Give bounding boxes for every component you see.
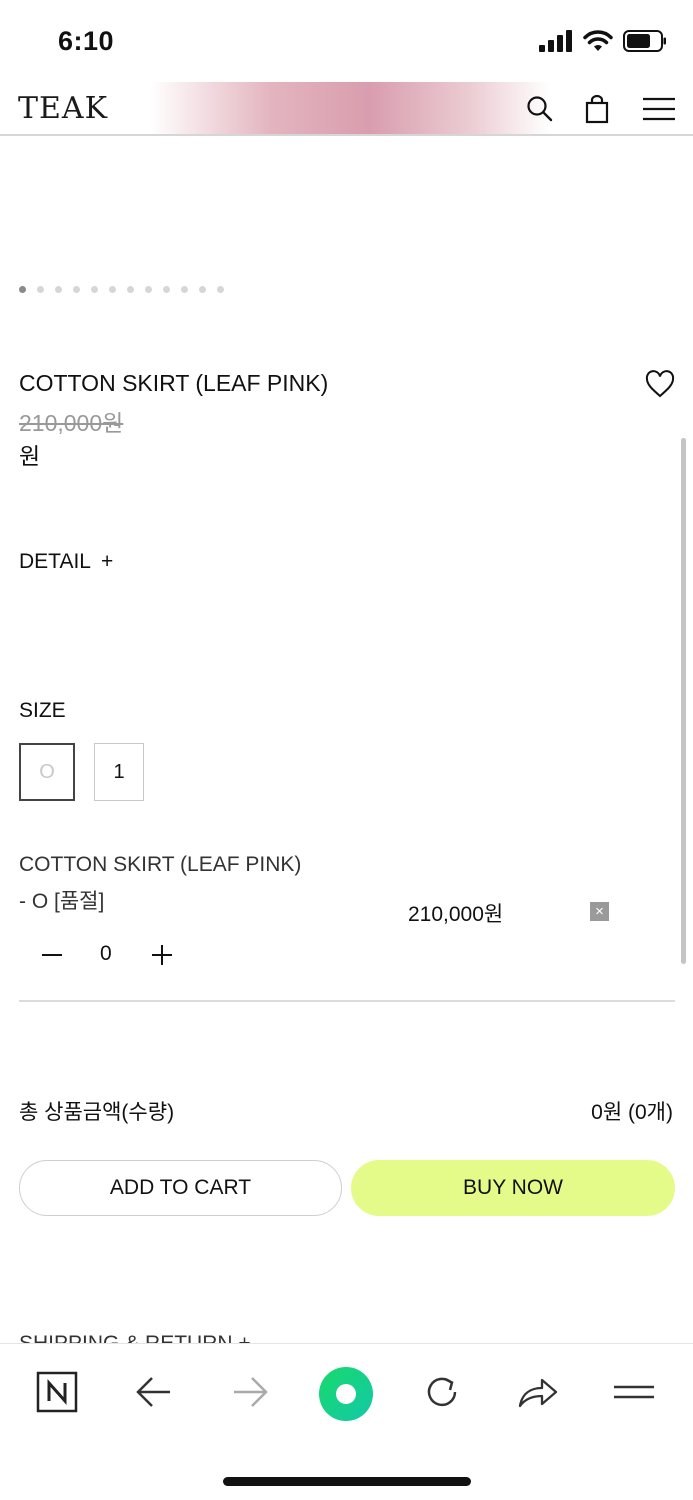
forward-arrow-icon[interactable] bbox=[228, 1370, 272, 1414]
detail-plus: + bbox=[100, 550, 114, 573]
signal-icon bbox=[539, 30, 572, 52]
naver-n-icon[interactable] bbox=[35, 1370, 79, 1414]
battery-icon bbox=[623, 30, 666, 52]
sale-price: 원 bbox=[19, 443, 41, 469]
add-to-cart-button[interactable]: ADD TO CART bbox=[19, 1160, 342, 1216]
browser-toolbar bbox=[0, 1343, 693, 1500]
shopping-bag-icon[interactable] bbox=[582, 94, 612, 124]
selected-option-variant: - O [품절] bbox=[19, 890, 105, 913]
carousel-dot[interactable] bbox=[163, 286, 170, 293]
shipping-return-toggle[interactable]: SHIPPING & RETURN + bbox=[19, 1330, 251, 1344]
back-arrow-icon[interactable] bbox=[132, 1370, 176, 1414]
carousel-dots bbox=[19, 286, 224, 293]
menu-icon[interactable] bbox=[642, 94, 676, 124]
minus-icon[interactable] bbox=[40, 940, 64, 970]
carousel-dot[interactable] bbox=[55, 286, 62, 293]
home-indicator bbox=[223, 1477, 471, 1486]
green-circle-icon[interactable] bbox=[318, 1366, 374, 1422]
plus-icon[interactable] bbox=[150, 940, 174, 970]
brand-logo[interactable]: TEAK bbox=[18, 91, 108, 126]
wifi-icon bbox=[583, 30, 613, 51]
status-time: 6:10 bbox=[58, 26, 115, 56]
status-icons bbox=[539, 30, 667, 52]
carousel-dot[interactable] bbox=[37, 286, 44, 293]
carousel-dot[interactable] bbox=[73, 286, 80, 293]
size-label: SIZE bbox=[19, 699, 66, 722]
total-value: 0원 (0개) bbox=[591, 1101, 673, 1124]
carousel-dot[interactable] bbox=[181, 286, 188, 293]
page-scrollbar[interactable] bbox=[681, 438, 686, 964]
site-header: TEAK bbox=[0, 82, 693, 136]
reload-icon[interactable] bbox=[420, 1370, 464, 1414]
carousel-dot[interactable] bbox=[127, 286, 134, 293]
heart-icon[interactable] bbox=[645, 370, 675, 398]
detail-toggle[interactable]: DETAIL + bbox=[19, 550, 113, 574]
carousel-dot[interactable] bbox=[91, 286, 98, 293]
quantity-value[interactable]: 0 bbox=[100, 942, 112, 966]
remove-option-button[interactable]: × bbox=[590, 902, 609, 921]
header-gradient bbox=[150, 82, 550, 134]
divider bbox=[19, 1000, 675, 1002]
carousel-dot[interactable] bbox=[217, 286, 224, 293]
carousel-dot[interactable] bbox=[199, 286, 206, 293]
search-icon[interactable] bbox=[525, 94, 555, 124]
selected-option-name: COTTON SKIRT (LEAF PINK) bbox=[19, 853, 302, 876]
buy-now-button[interactable]: BUY NOW bbox=[351, 1160, 675, 1216]
status-bar: 6:10 bbox=[0, 0, 693, 82]
share-icon[interactable] bbox=[516, 1370, 560, 1414]
carousel-dot[interactable] bbox=[145, 286, 152, 293]
size-option-1[interactable]: 1 bbox=[94, 743, 144, 801]
size-option-o[interactable]: O bbox=[19, 743, 75, 801]
menu-icon[interactable] bbox=[612, 1370, 656, 1414]
total-label: 총 상품금액(수량) bbox=[19, 1101, 175, 1124]
carousel-dot-active[interactable] bbox=[19, 286, 26, 293]
selected-option-price: 210,000원 bbox=[408, 903, 504, 926]
carousel-dot[interactable] bbox=[109, 286, 116, 293]
product-title: COTTON SKIRT (LEAF PINK) bbox=[19, 370, 329, 396]
original-price: 210,000원 bbox=[19, 410, 124, 436]
detail-label: DETAIL bbox=[19, 550, 91, 573]
